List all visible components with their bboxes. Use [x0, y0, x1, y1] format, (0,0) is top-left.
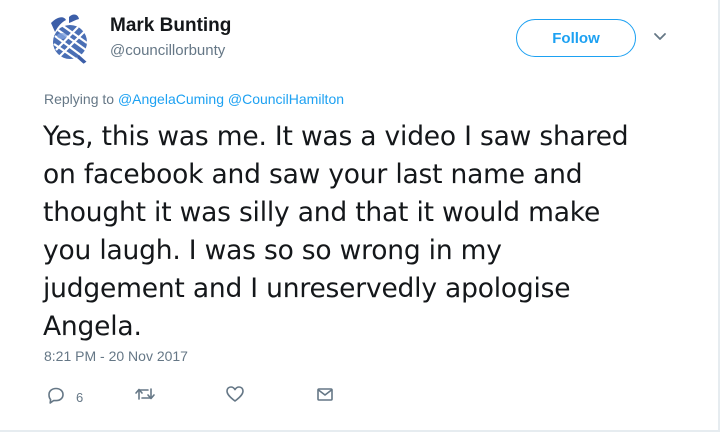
- heart-icon: [226, 386, 244, 402]
- direct-message-button[interactable]: [315, 384, 335, 404]
- tweet-line: Yes, this was me. It was a video I saw s…: [43, 121, 629, 152]
- reply-button[interactable]: 6: [46, 384, 83, 405]
- replying-prefix: Replying to: [44, 91, 115, 107]
- chevron-down-icon[interactable]: [651, 28, 669, 46]
- replying-to: Replying to @AngelaCuming @CouncilHamilt…: [44, 91, 344, 107]
- tweet-line: judgement and I unreservedly apologise: [43, 273, 571, 304]
- retweet-button[interactable]: [134, 384, 156, 404]
- tweet-card: Mark Bunting @councillorbunty Follow Rep…: [0, 0, 720, 432]
- envelope-icon: [317, 388, 333, 401]
- follow-button[interactable]: Follow: [516, 19, 636, 57]
- tweet-line: you laugh. I was so so wrong in my: [43, 235, 502, 266]
- reply-icon: [48, 387, 64, 404]
- tweet-line: thought it was silly and that it would m…: [43, 197, 601, 228]
- action-bar: 6: [0, 380, 720, 410]
- tweet-line: on facebook and saw your last name and: [43, 159, 583, 190]
- mention-link[interactable]: @CouncilHamilton: [228, 91, 344, 107]
- avatar[interactable]: [38, 8, 98, 68]
- author-handle[interactable]: @councillorbunty: [110, 42, 225, 59]
- mention-link[interactable]: @AngelaCuming: [118, 91, 224, 107]
- timestamp[interactable]: 8:21 PM - 20 Nov 2017: [44, 348, 188, 364]
- retweet-icon: [135, 388, 155, 400]
- tweet-line: Angela.: [43, 311, 142, 342]
- like-button[interactable]: [225, 384, 245, 404]
- mascot-logo-icon: [51, 14, 88, 65]
- author-name[interactable]: Mark Bunting: [110, 15, 231, 37]
- tweet-text: Yes, this was me. It was a video I saw s…: [43, 118, 683, 346]
- reply-count: 6: [76, 390, 84, 405]
